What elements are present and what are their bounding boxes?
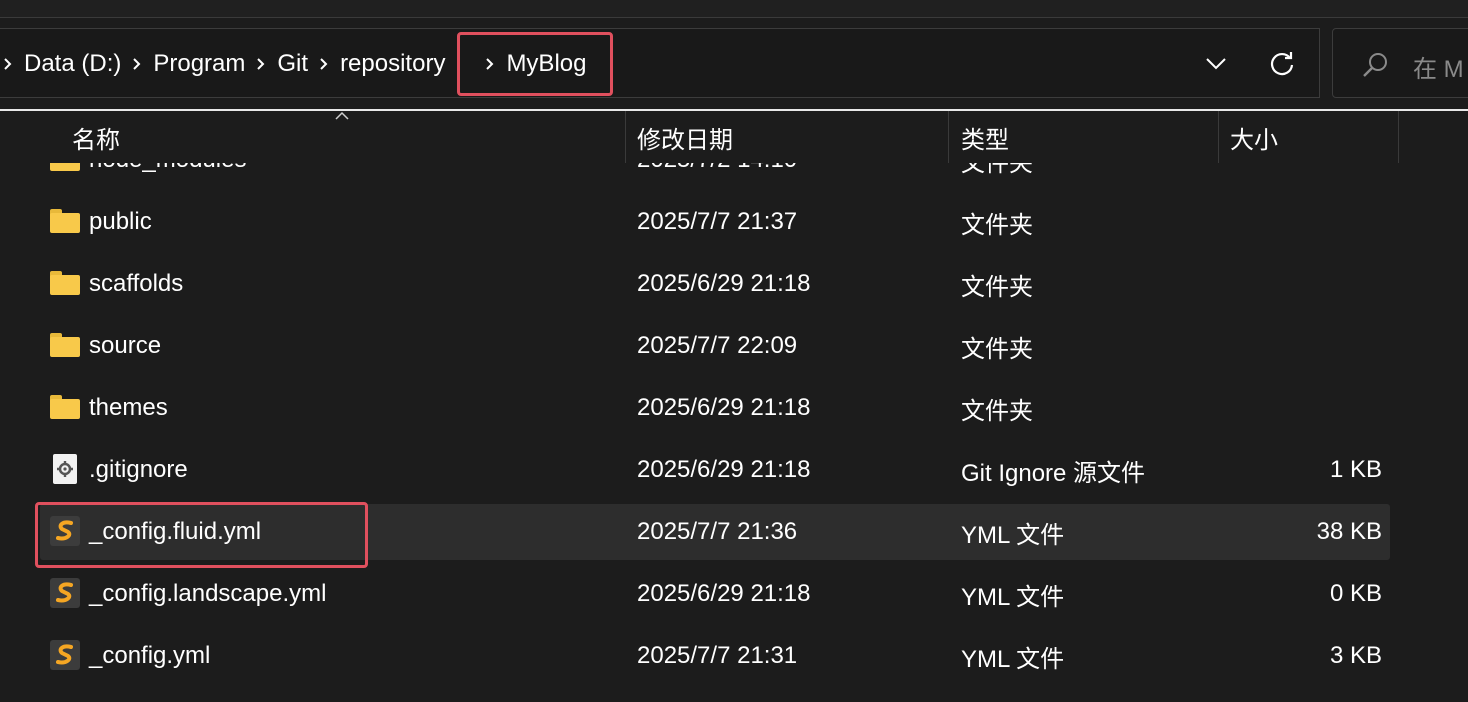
chevron-right-icon[interactable]	[484, 58, 496, 70]
folder-icon	[50, 392, 80, 422]
breadcrumb-item-git[interactable]: Git	[267, 50, 318, 78]
list-item[interactable]: .gitignore 2025/6/29 21:18 Git Ignore 源文…	[40, 442, 1390, 498]
list-item[interactable]: scaffolds 2025/6/29 21:18 文件夹	[40, 256, 1390, 312]
file-type: Git Ignore 源文件	[961, 459, 1146, 487]
column-divider[interactable]	[1218, 111, 1219, 163]
column-divider[interactable]	[1398, 111, 1399, 163]
file-list: node_modules 2025/7/2 14:10 文件夹 public 2…	[0, 111, 1468, 702]
file-date: 2025/7/7 22:09	[637, 332, 798, 359]
list-item[interactable]: public 2025/7/7 21:37 文件夹	[40, 194, 1390, 250]
file-name: _config.landscape.yml	[89, 580, 327, 607]
chevron-right-icon[interactable]	[318, 58, 330, 70]
file-type: YML 文件	[961, 583, 1065, 611]
file-date: 2025/6/29 21:18	[637, 394, 811, 421]
breadcrumb-current-label: MyBlog	[506, 50, 587, 77]
breadcrumb-item-repository[interactable]: repository	[330, 50, 455, 78]
gitignore-file-icon	[50, 454, 80, 484]
file-size: 0 KB	[1329, 580, 1382, 607]
file-size: 3 KB	[1329, 642, 1382, 669]
file-size: 38 KB	[1316, 518, 1382, 545]
file-name: themes	[89, 394, 168, 421]
search-placeholder: 在 M	[1413, 56, 1464, 83]
yml-file-icon	[50, 516, 80, 546]
chevron-down-icon	[1206, 58, 1226, 70]
file-type: 文件夹	[961, 335, 1033, 363]
file-date: 2025/6/29 21:18	[637, 456, 811, 483]
folder-icon	[50, 268, 80, 298]
column-header-name[interactable]: 名称	[72, 111, 120, 163]
chevron-right-icon[interactable]	[255, 58, 267, 70]
file-name: source	[89, 332, 162, 359]
column-divider[interactable]	[948, 111, 949, 163]
breadcrumb: Data (D:) Program Git repository MyBlog	[0, 29, 614, 99]
chevron-right-icon[interactable]	[2, 58, 14, 70]
file-name: .gitignore	[89, 456, 188, 483]
column-header-size[interactable]: 大小	[1230, 111, 1278, 163]
sort-ascending-icon	[335, 111, 349, 120]
breadcrumb-item-program[interactable]: Program	[143, 50, 255, 78]
file-date: 2025/6/29 21:18	[637, 270, 811, 297]
refresh-button[interactable]	[1262, 45, 1302, 83]
list-item[interactable]: source 2025/7/7 22:09 文件夹	[40, 318, 1390, 374]
file-type: 文件夹	[961, 273, 1033, 301]
file-type: 文件夹	[961, 397, 1033, 425]
file-type: YML 文件	[961, 645, 1065, 673]
list-item[interactable]: _config.yml 2025/7/7 21:31 YML 文件 3 KB	[40, 628, 1390, 684]
file-type: YML 文件	[961, 521, 1065, 549]
file-date: 2025/7/7 21:31	[637, 642, 798, 669]
folder-icon	[50, 330, 80, 360]
file-date: 2025/7/7 21:37	[637, 208, 798, 235]
breadcrumb-item-data-drive[interactable]: Data (D:)	[14, 50, 131, 78]
file-size: 1 KB	[1329, 456, 1382, 483]
address-history-dropdown[interactable]	[1196, 47, 1236, 81]
folder-icon	[50, 206, 80, 236]
column-header-date[interactable]: 修改日期	[637, 111, 733, 163]
file-name: public	[89, 208, 152, 235]
refresh-icon	[1270, 52, 1294, 76]
file-type: 文件夹	[961, 211, 1033, 239]
column-header-type[interactable]: 类型	[961, 111, 1009, 163]
file-name: _config.fluid.yml	[89, 518, 262, 545]
list-item[interactable]: _config.landscape.yml 2025/6/29 21:18 YM…	[40, 566, 1390, 622]
address-bar[interactable]: Data (D:) Program Git repository MyBlog	[0, 28, 1320, 98]
file-date: 2025/7/7 21:36	[637, 518, 798, 545]
file-date: 2025/6/29 21:18	[637, 580, 811, 607]
yml-file-icon	[50, 640, 80, 670]
file-name: scaffolds	[89, 270, 184, 297]
list-item-selected[interactable]: _config.fluid.yml 2025/7/7 21:36 YML 文件 …	[40, 504, 1390, 560]
file-name: _config.yml	[89, 642, 211, 669]
search-icon	[1363, 53, 1387, 77]
yml-file-icon	[50, 578, 80, 608]
list-item[interactable]: themes 2025/6/29 21:18 文件夹	[40, 380, 1390, 436]
title-bar-strip	[0, 0, 1468, 18]
column-divider[interactable]	[625, 111, 626, 163]
search-input[interactable]: 在 M	[1332, 28, 1468, 98]
breadcrumb-item-myblog[interactable]: MyBlog	[457, 32, 614, 96]
column-header: 名称 修改日期 类型 大小	[0, 111, 1468, 163]
list-item[interactable]	[40, 690, 1390, 702]
chevron-right-icon[interactable]	[131, 58, 143, 70]
